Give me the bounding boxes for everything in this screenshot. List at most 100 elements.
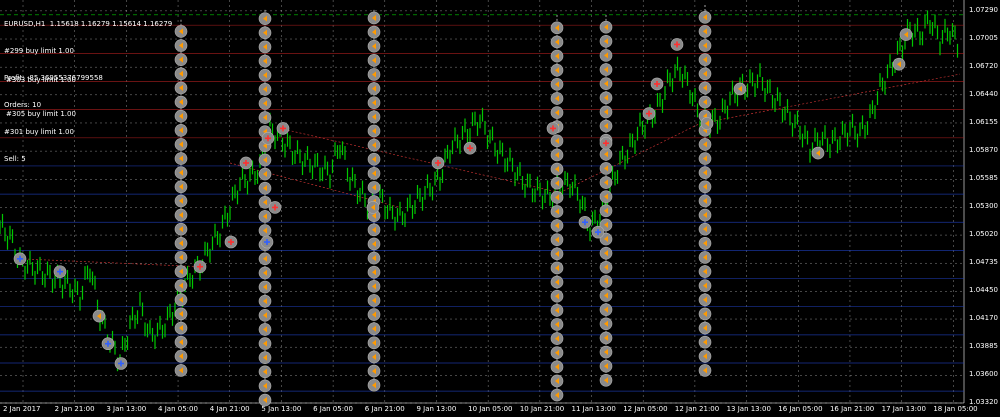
pending-marker[interactable] bbox=[599, 162, 613, 175]
pending-marker[interactable] bbox=[550, 261, 564, 275]
pending-marker[interactable] bbox=[599, 119, 613, 133]
pending-marker[interactable] bbox=[550, 176, 564, 190]
pending-marker[interactable] bbox=[599, 260, 613, 274]
pending-marker[interactable] bbox=[258, 224, 272, 237]
pending-marker[interactable] bbox=[698, 307, 712, 321]
pending-marker[interactable] bbox=[698, 67, 712, 81]
pending-marker[interactable] bbox=[550, 289, 564, 303]
pending-marker[interactable] bbox=[367, 350, 381, 364]
pending-marker[interactable] bbox=[698, 39, 712, 52]
pending-marker[interactable] bbox=[698, 349, 712, 363]
pending-marker[interactable] bbox=[174, 109, 188, 123]
pending-marker[interactable] bbox=[367, 25, 381, 39]
pending-marker[interactable] bbox=[174, 138, 188, 151]
pending-marker[interactable] bbox=[892, 57, 906, 71]
pending-marker[interactable] bbox=[599, 147, 613, 161]
pending-marker[interactable] bbox=[700, 117, 714, 130]
sell-marker[interactable] bbox=[642, 107, 656, 120]
pending-marker[interactable] bbox=[174, 251, 188, 264]
pending-marker[interactable] bbox=[258, 308, 272, 322]
pending-marker[interactable] bbox=[698, 265, 712, 278]
pending-marker[interactable] bbox=[550, 162, 564, 176]
pending-marker[interactable] bbox=[367, 237, 381, 251]
buy-marker[interactable] bbox=[53, 265, 67, 278]
pending-marker[interactable] bbox=[174, 335, 188, 349]
pending-marker[interactable] bbox=[550, 275, 564, 289]
pending-marker[interactable] bbox=[367, 378, 381, 392]
pending-marker[interactable] bbox=[550, 78, 564, 91]
pending-marker[interactable] bbox=[258, 280, 272, 294]
sell-marker[interactable] bbox=[546, 122, 560, 135]
pending-marker[interactable] bbox=[258, 40, 272, 54]
sell-marker[interactable] bbox=[670, 38, 684, 51]
pending-marker[interactable] bbox=[811, 146, 825, 160]
pending-marker[interactable] bbox=[174, 95, 188, 109]
buy-marker[interactable] bbox=[13, 252, 27, 266]
pending-marker[interactable] bbox=[174, 81, 188, 95]
pending-marker[interactable] bbox=[550, 63, 564, 77]
pending-marker[interactable] bbox=[599, 91, 613, 105]
pending-marker[interactable] bbox=[174, 236, 188, 250]
pending-marker[interactable] bbox=[367, 364, 381, 378]
pending-marker[interactable] bbox=[258, 337, 272, 350]
pending-marker[interactable] bbox=[550, 346, 564, 360]
pending-marker[interactable] bbox=[258, 351, 272, 364]
sell-marker[interactable] bbox=[239, 156, 253, 170]
pending-marker[interactable] bbox=[599, 359, 613, 373]
pending-marker[interactable] bbox=[367, 336, 381, 350]
pending-marker[interactable] bbox=[367, 96, 381, 110]
pending-marker[interactable] bbox=[258, 266, 272, 280]
pending-marker[interactable] bbox=[599, 275, 613, 288]
pending-marker[interactable] bbox=[367, 280, 381, 293]
pending-marker[interactable] bbox=[367, 265, 381, 279]
pending-marker[interactable] bbox=[899, 28, 913, 41]
pending-marker[interactable] bbox=[550, 332, 564, 345]
pending-marker[interactable] bbox=[367, 322, 381, 336]
pending-marker[interactable] bbox=[698, 293, 712, 307]
sell-marker[interactable] bbox=[599, 136, 613, 150]
pending-marker[interactable] bbox=[174, 123, 188, 137]
sell-marker[interactable] bbox=[261, 131, 275, 145]
pending-marker[interactable] bbox=[550, 92, 564, 105]
pending-marker[interactable] bbox=[174, 39, 188, 52]
pending-marker[interactable] bbox=[698, 53, 712, 66]
pending-marker[interactable] bbox=[258, 111, 272, 124]
pending-marker[interactable] bbox=[599, 190, 613, 203]
pending-marker[interactable] bbox=[367, 124, 381, 138]
pending-marker[interactable] bbox=[599, 77, 613, 90]
pending-marker[interactable] bbox=[258, 167, 272, 181]
pending-marker[interactable] bbox=[258, 323, 272, 336]
pending-marker[interactable] bbox=[258, 294, 272, 308]
pending-marker[interactable] bbox=[698, 321, 712, 335]
pending-marker[interactable] bbox=[698, 95, 712, 109]
pending-marker[interactable] bbox=[599, 303, 613, 316]
pending-marker[interactable] bbox=[174, 222, 188, 236]
pending-marker[interactable] bbox=[174, 265, 188, 278]
pending-marker[interactable] bbox=[698, 152, 712, 165]
pending-marker[interactable] bbox=[174, 293, 188, 307]
pending-marker[interactable] bbox=[174, 321, 188, 335]
sell-marker[interactable] bbox=[463, 141, 477, 155]
pending-marker[interactable] bbox=[367, 294, 381, 307]
pending-marker[interactable] bbox=[698, 166, 712, 179]
pending-marker[interactable] bbox=[550, 388, 564, 402]
pending-marker[interactable] bbox=[599, 34, 613, 48]
pending-marker[interactable] bbox=[258, 68, 272, 82]
pending-marker[interactable] bbox=[258, 365, 272, 379]
buy-marker[interactable] bbox=[101, 337, 115, 351]
buy-marker[interactable] bbox=[578, 215, 592, 229]
pending-marker[interactable] bbox=[550, 191, 564, 204]
pending-marker[interactable] bbox=[174, 166, 188, 179]
pending-marker[interactable] bbox=[733, 82, 747, 96]
pending-marker[interactable] bbox=[698, 208, 712, 222]
pending-marker[interactable] bbox=[698, 222, 712, 236]
pending-marker[interactable] bbox=[698, 81, 712, 95]
pending-marker[interactable] bbox=[550, 233, 564, 247]
pending-marker[interactable] bbox=[174, 53, 188, 66]
pending-marker[interactable] bbox=[698, 10, 712, 24]
pending-marker[interactable] bbox=[366, 201, 380, 214]
pending-marker[interactable] bbox=[367, 54, 381, 67]
pending-marker[interactable] bbox=[599, 176, 613, 189]
pending-marker[interactable] bbox=[174, 194, 188, 208]
pending-marker[interactable] bbox=[599, 246, 613, 260]
